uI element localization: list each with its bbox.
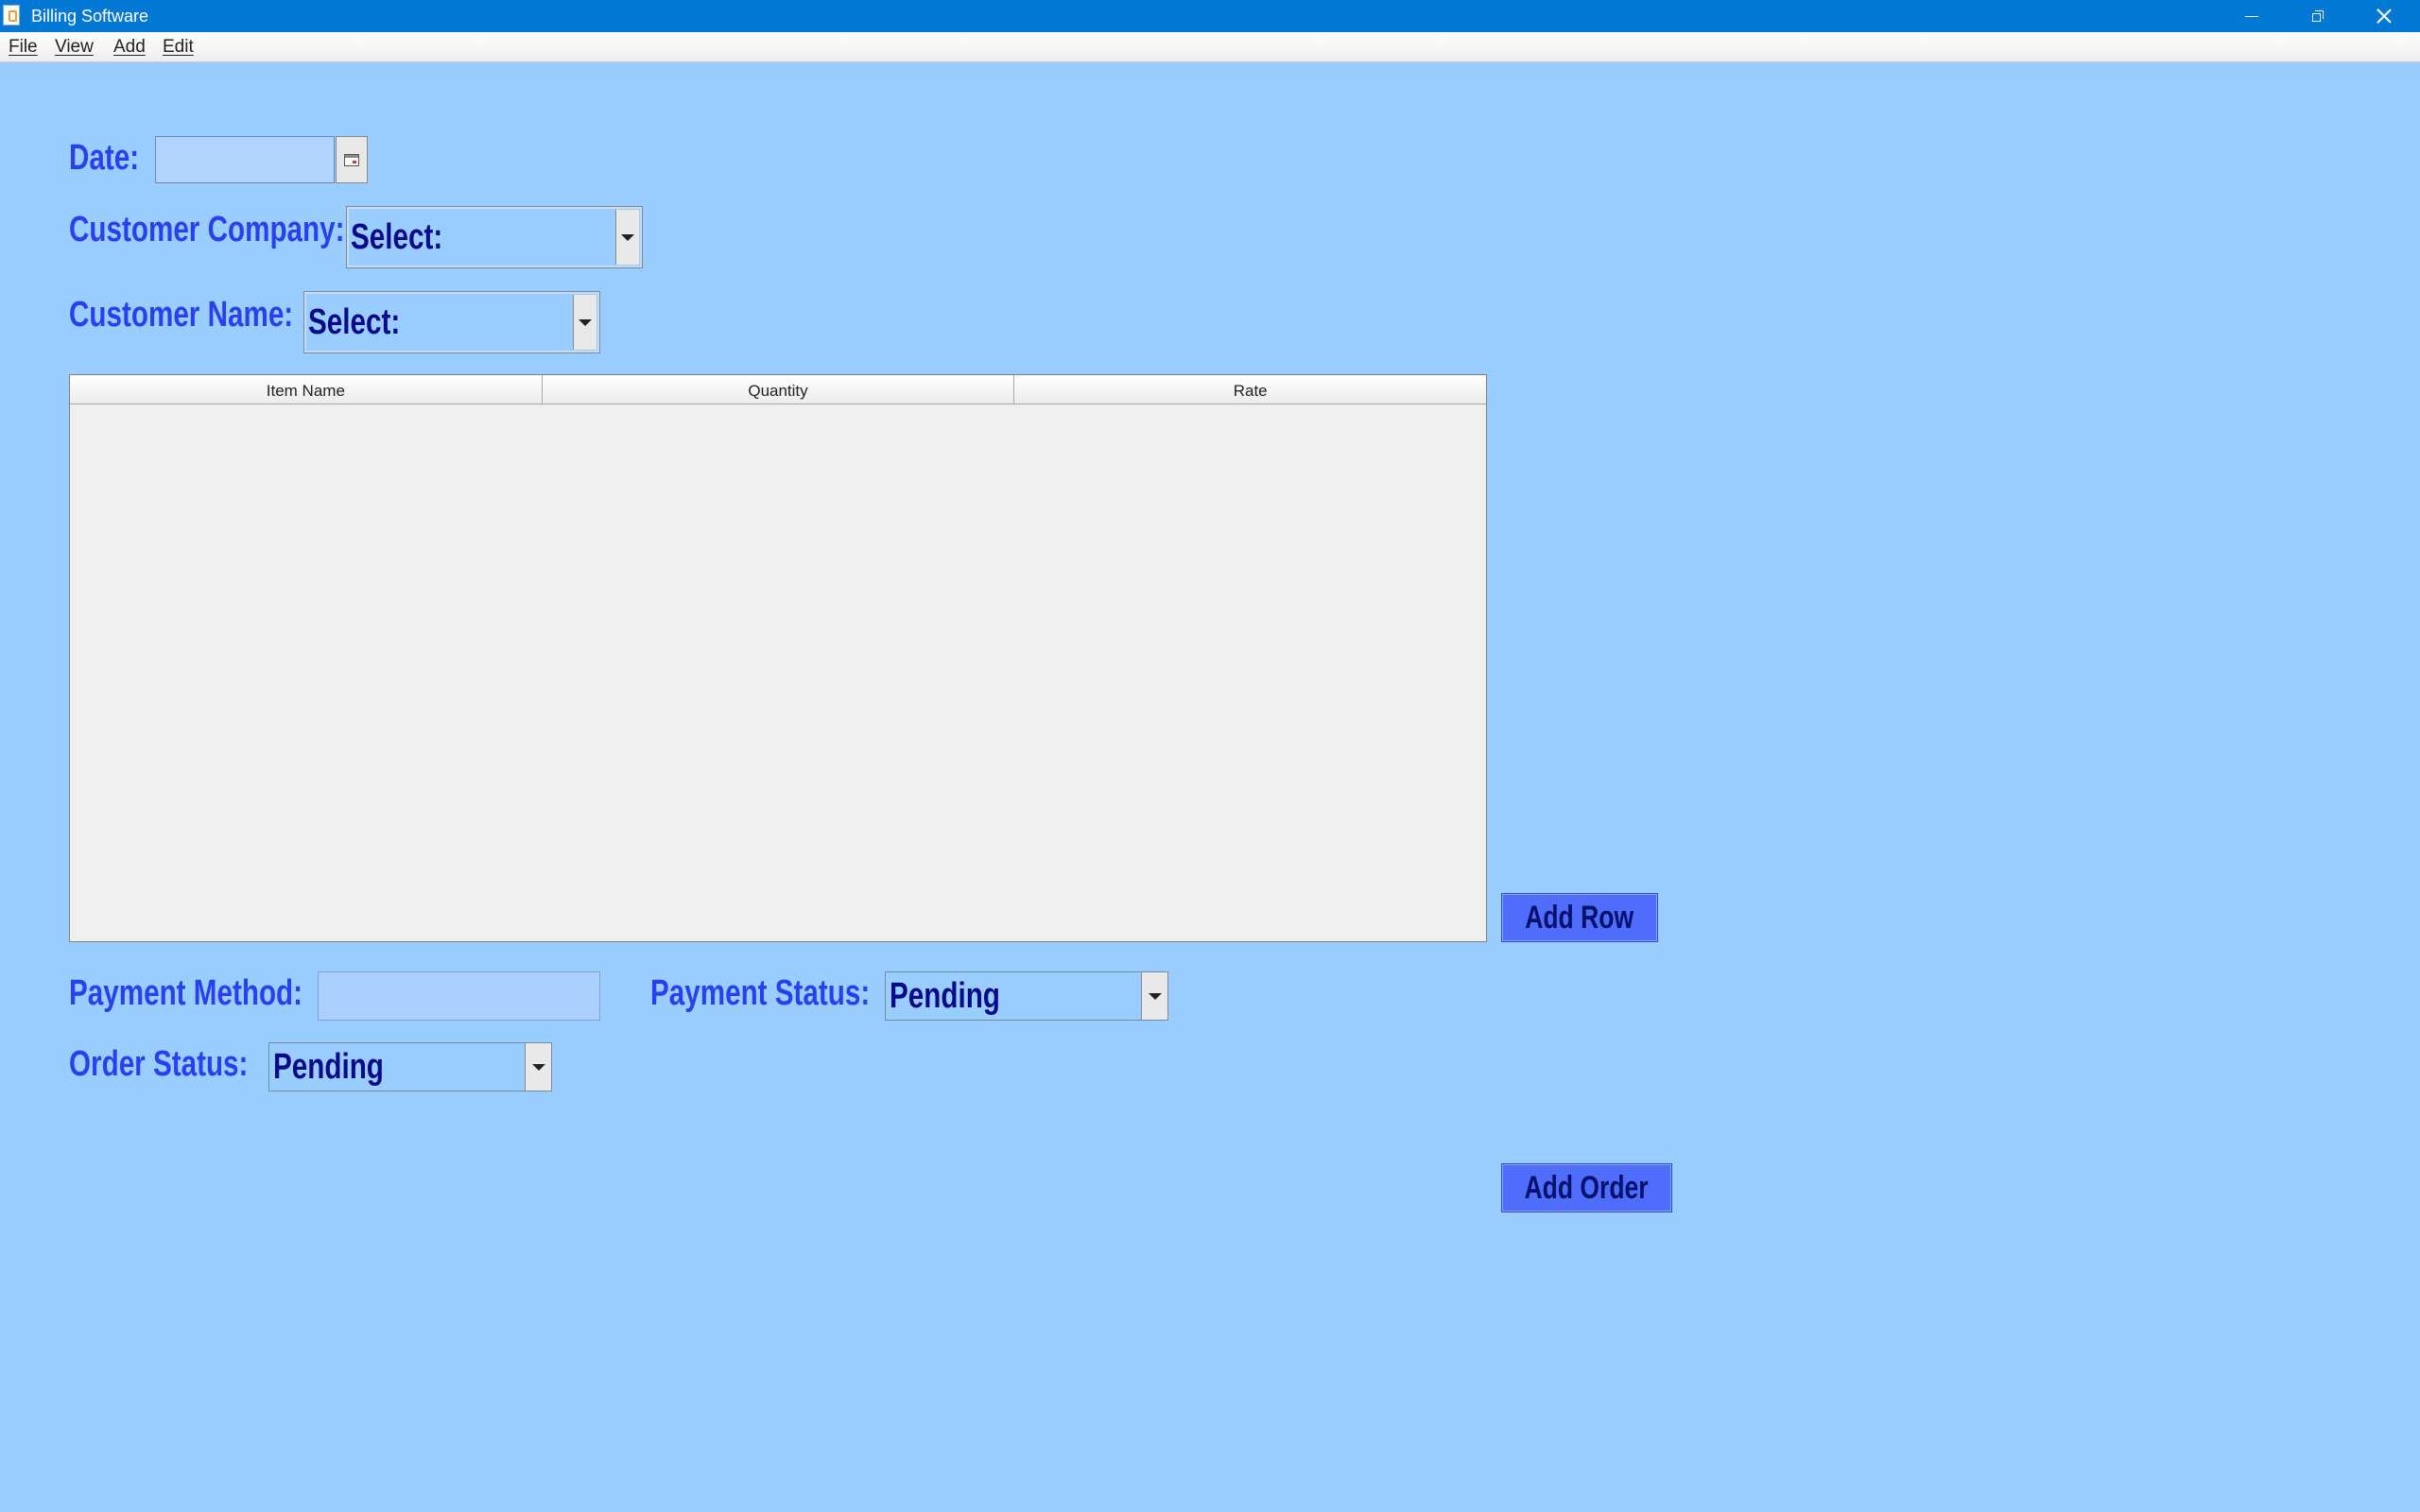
restore-icon	[2312, 10, 2324, 22]
order-status-value: Pending	[273, 1046, 384, 1087]
customer-company-value: Select:	[351, 216, 443, 257]
payment-status-select[interactable]: Pending	[885, 971, 1168, 1021]
chevron-down-icon	[1148, 992, 1162, 1000]
customer-company-select[interactable]: Select:	[346, 206, 643, 268]
minimize-icon	[2245, 15, 2258, 17]
payment-status-value: Pending	[890, 975, 1000, 1016]
window-title: Billing Software	[31, 7, 149, 26]
customer-name-select[interactable]: Select:	[303, 291, 600, 353]
chevron-down-icon	[579, 318, 592, 326]
customer-company-dropdown[interactable]	[615, 210, 639, 265]
maximize-button[interactable]	[2286, 0, 2350, 32]
menu-add[interactable]: Add	[113, 32, 146, 62]
column-header-item-name[interactable]: Item Name	[70, 375, 543, 404]
payment-status-dropdown[interactable]	[1141, 972, 1167, 1020]
payment-method-label: Payment Method:	[69, 973, 303, 1013]
add-row-button[interactable]: Add Row	[1501, 893, 1658, 942]
table-header: Item Name Quantity Rate	[70, 375, 1487, 404]
order-status-select[interactable]: Pending	[268, 1042, 552, 1091]
calendar-button[interactable]	[336, 136, 368, 183]
date-field[interactable]	[155, 136, 335, 183]
column-header-quantity[interactable]: Quantity	[542, 375, 1015, 404]
menu-view[interactable]: View	[55, 32, 94, 62]
customer-company-label: Customer Company:	[69, 210, 345, 249]
close-button[interactable]	[2352, 0, 2416, 32]
close-icon	[2377, 9, 2392, 24]
items-table[interactable]: Item Name Quantity Rate	[69, 374, 1487, 942]
column-header-rate[interactable]: Rate	[1014, 375, 1487, 404]
payment-status-label: Payment Status:	[650, 973, 871, 1013]
chevron-down-icon	[531, 1063, 545, 1071]
order-status-label: Order Status:	[69, 1044, 249, 1084]
customer-name-value: Select:	[308, 301, 401, 342]
add-order-button[interactable]: Add Order	[1501, 1163, 1672, 1212]
chevron-down-icon	[621, 233, 634, 241]
minimize-button[interactable]	[2220, 0, 2284, 32]
customer-name-dropdown[interactable]	[573, 295, 596, 350]
menu-edit[interactable]: Edit	[163, 32, 194, 62]
app-icon	[3, 5, 20, 26]
customer-name-label: Customer Name:	[69, 295, 294, 335]
title-bar: Billing Software	[0, 0, 2420, 32]
menu-bar: File View Add Edit	[0, 32, 2420, 62]
add-row-label: Add Row	[1525, 899, 1634, 936]
calendar-icon	[344, 153, 359, 166]
order-status-dropdown[interactable]	[525, 1043, 551, 1091]
payment-method-field[interactable]	[318, 971, 600, 1021]
menu-file[interactable]: File	[9, 32, 38, 62]
add-order-label: Add Order	[1524, 1169, 1650, 1206]
date-label: Date:	[69, 138, 140, 178]
